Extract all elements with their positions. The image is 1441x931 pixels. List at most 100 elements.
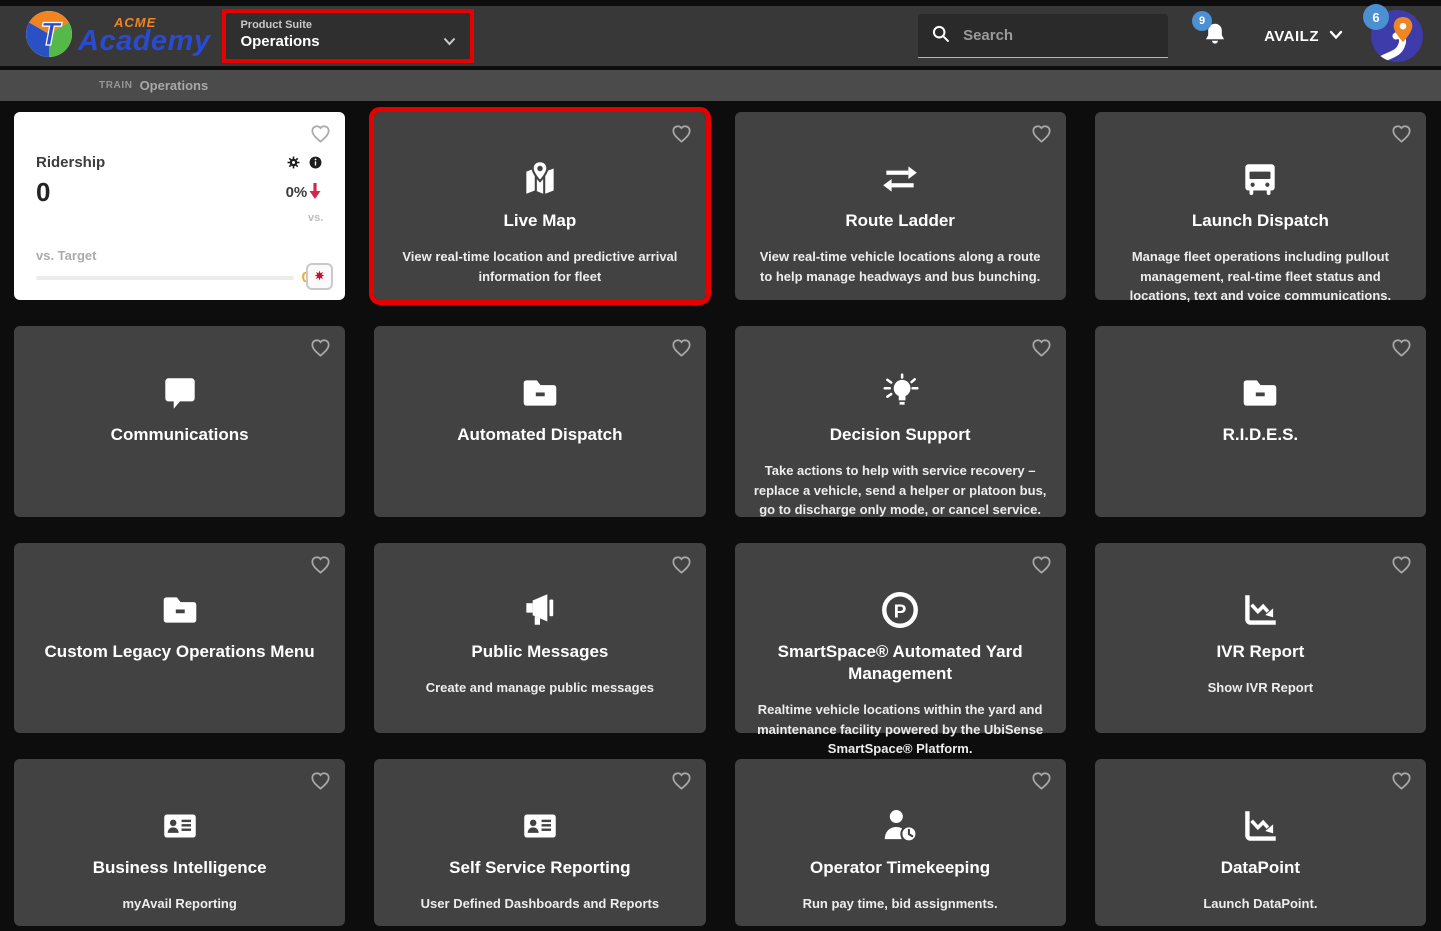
favorite-button[interactable] (1030, 336, 1053, 359)
card-description: Take actions to help with service recove… (753, 463, 1047, 518)
heart-icon (670, 339, 693, 362)
card-title: Public Messages (471, 642, 609, 661)
kpi-vs-label: vs. (307, 212, 324, 224)
card-route-ladder[interactable]: Route Ladder View real-time vehicle loca… (734, 112, 1066, 300)
card-title: IVR Report (1216, 642, 1305, 661)
kpi-value: 0 (36, 177, 51, 207)
search-input[interactable] (963, 27, 1144, 44)
heart-icon (1390, 125, 1413, 148)
favorite-button[interactable] (1030, 769, 1053, 792)
card-decision-support[interactable]: Decision Support Take actions to help wi… (734, 326, 1066, 518)
card-custom-legacy-operations-menu[interactable]: Custom Legacy Operations Menu (14, 543, 346, 733)
folder-icon (1239, 372, 1281, 414)
notifications-button[interactable]: 9 (1192, 10, 1228, 52)
card-smartspace-automated-yard-management[interactable]: P SmartSpace® Automated Yard Management … (734, 543, 1066, 756)
heart-icon (1390, 556, 1413, 579)
card-rides[interactable]: R.I.D.E.S. (1094, 326, 1426, 517)
chart-line-icon (1239, 589, 1281, 631)
card-datapoint[interactable]: DataPoint Launch DataPoint. (1094, 759, 1426, 926)
id-card-icon (519, 805, 561, 847)
user-menu[interactable]: AVAILZ (1264, 27, 1343, 45)
card-title: Business Intelligence (92, 858, 267, 877)
kpi-bug-button[interactable] (306, 263, 334, 290)
favorite-button[interactable] (670, 553, 693, 576)
card-title: Custom Legacy Operations Menu (44, 642, 315, 661)
ridership-kpi-widget[interactable]: Ridership 0 0% vs. vs. Target (14, 112, 346, 300)
card-description: Create and manage public messages (425, 680, 655, 696)
card-ivr-report[interactable]: IVR Report Show IVR Report (1094, 543, 1426, 733)
logo-academy-text: Academy (78, 25, 211, 57)
card-title: Communications (110, 425, 249, 444)
bell-icon (1202, 23, 1228, 51)
card-title: Operator Timekeeping (810, 858, 991, 877)
megaphone-icon (519, 589, 561, 631)
card-launch-dispatch[interactable]: Launch Dispatch Manage fleet operations … (1094, 112, 1426, 303)
card-self-service-reporting[interactable]: Self Service Reporting User Defined Dash… (374, 759, 706, 926)
heart-icon (309, 339, 332, 362)
favorite-button[interactable] (1030, 553, 1053, 576)
card-communications[interactable]: Communications (14, 326, 346, 517)
breadcrumb: TRAIN Operations (0, 70, 1441, 101)
favorite-button[interactable] (670, 336, 693, 359)
logo-circle-icon: T (26, 10, 72, 62)
app-logo[interactable]: T ACME Academy (26, 10, 211, 62)
parking-circle-icon: P (879, 589, 921, 631)
avatar[interactable]: 6 (1363, 4, 1423, 62)
kpi-info-button[interactable] (308, 155, 323, 170)
breadcrumb-section: Operations (139, 78, 209, 93)
heart-icon (309, 125, 332, 148)
heart-icon (1030, 125, 1053, 148)
card-description: Show IVR Report (1207, 680, 1314, 696)
heart-icon (1390, 772, 1413, 795)
product-suite-dropdown[interactable]: Product Suite Operations (226, 13, 471, 59)
favorite-button[interactable] (309, 122, 332, 145)
bus-icon (1239, 158, 1281, 200)
card-description: Run pay time, bid assignments. (802, 896, 998, 912)
favorite-button[interactable] (1390, 553, 1413, 576)
card-operator-timekeeping[interactable]: Operator Timekeeping Run pay time, bid a… (734, 759, 1066, 926)
heart-icon (309, 556, 332, 579)
breadcrumb-prefix: TRAIN (99, 80, 133, 91)
heart-icon (1030, 556, 1053, 579)
favorite-button[interactable] (1390, 122, 1413, 145)
id-card-icon (159, 805, 201, 847)
card-title: Decision Support (829, 425, 971, 444)
favorite-button[interactable] (309, 769, 332, 792)
heart-icon (670, 772, 693, 795)
card-automated-dispatch[interactable]: Automated Dispatch (374, 326, 706, 517)
card-public-messages[interactable]: Public Messages Create and manage public… (374, 543, 706, 733)
card-title: DataPoint (1220, 858, 1301, 877)
bug-splat-icon (311, 267, 328, 287)
card-title: Live Map (503, 211, 577, 230)
product-suite-value: Operations (240, 33, 320, 50)
user-menu-label: AVAILZ (1264, 27, 1319, 45)
chat-bubble-icon (159, 372, 201, 414)
chevron-down-icon (443, 33, 456, 51)
favorite-button[interactable] (1390, 769, 1413, 792)
favorite-button[interactable] (309, 553, 332, 576)
kpi-change-value: 0% (285, 184, 308, 201)
card-description: View real-time vehicle locations along a… (759, 249, 1041, 284)
favorite-button[interactable] (670, 122, 693, 145)
folder-icon (519, 372, 561, 414)
kpi-settings-button[interactable] (286, 155, 301, 170)
card-description: Realtime vehicle locations within the ya… (757, 702, 1044, 757)
avatar-count-badge: 6 (1363, 4, 1389, 30)
heart-icon (1030, 772, 1053, 795)
card-title: Self Service Reporting (449, 858, 631, 877)
favorite-button[interactable] (309, 336, 332, 359)
notification-count-badge: 9 (1192, 10, 1213, 31)
heart-icon (670, 125, 693, 148)
favorite-button[interactable] (670, 769, 693, 792)
search-icon (930, 23, 951, 49)
card-business-intelligence[interactable]: Business Intelligence myAvail Reporting (14, 759, 346, 926)
avatar-map-pin-icon (1371, 10, 1423, 66)
card-title: Launch Dispatch (1191, 211, 1329, 230)
favorite-button[interactable] (1030, 122, 1053, 145)
chevron-down-icon (1329, 27, 1343, 45)
folder-icon (159, 589, 201, 631)
favorite-button[interactable] (1390, 336, 1413, 359)
card-title: Route Ladder (845, 211, 955, 230)
map-pin-icon (519, 158, 561, 200)
card-live-map[interactable]: Live Map View real-time location and pre… (369, 107, 711, 305)
